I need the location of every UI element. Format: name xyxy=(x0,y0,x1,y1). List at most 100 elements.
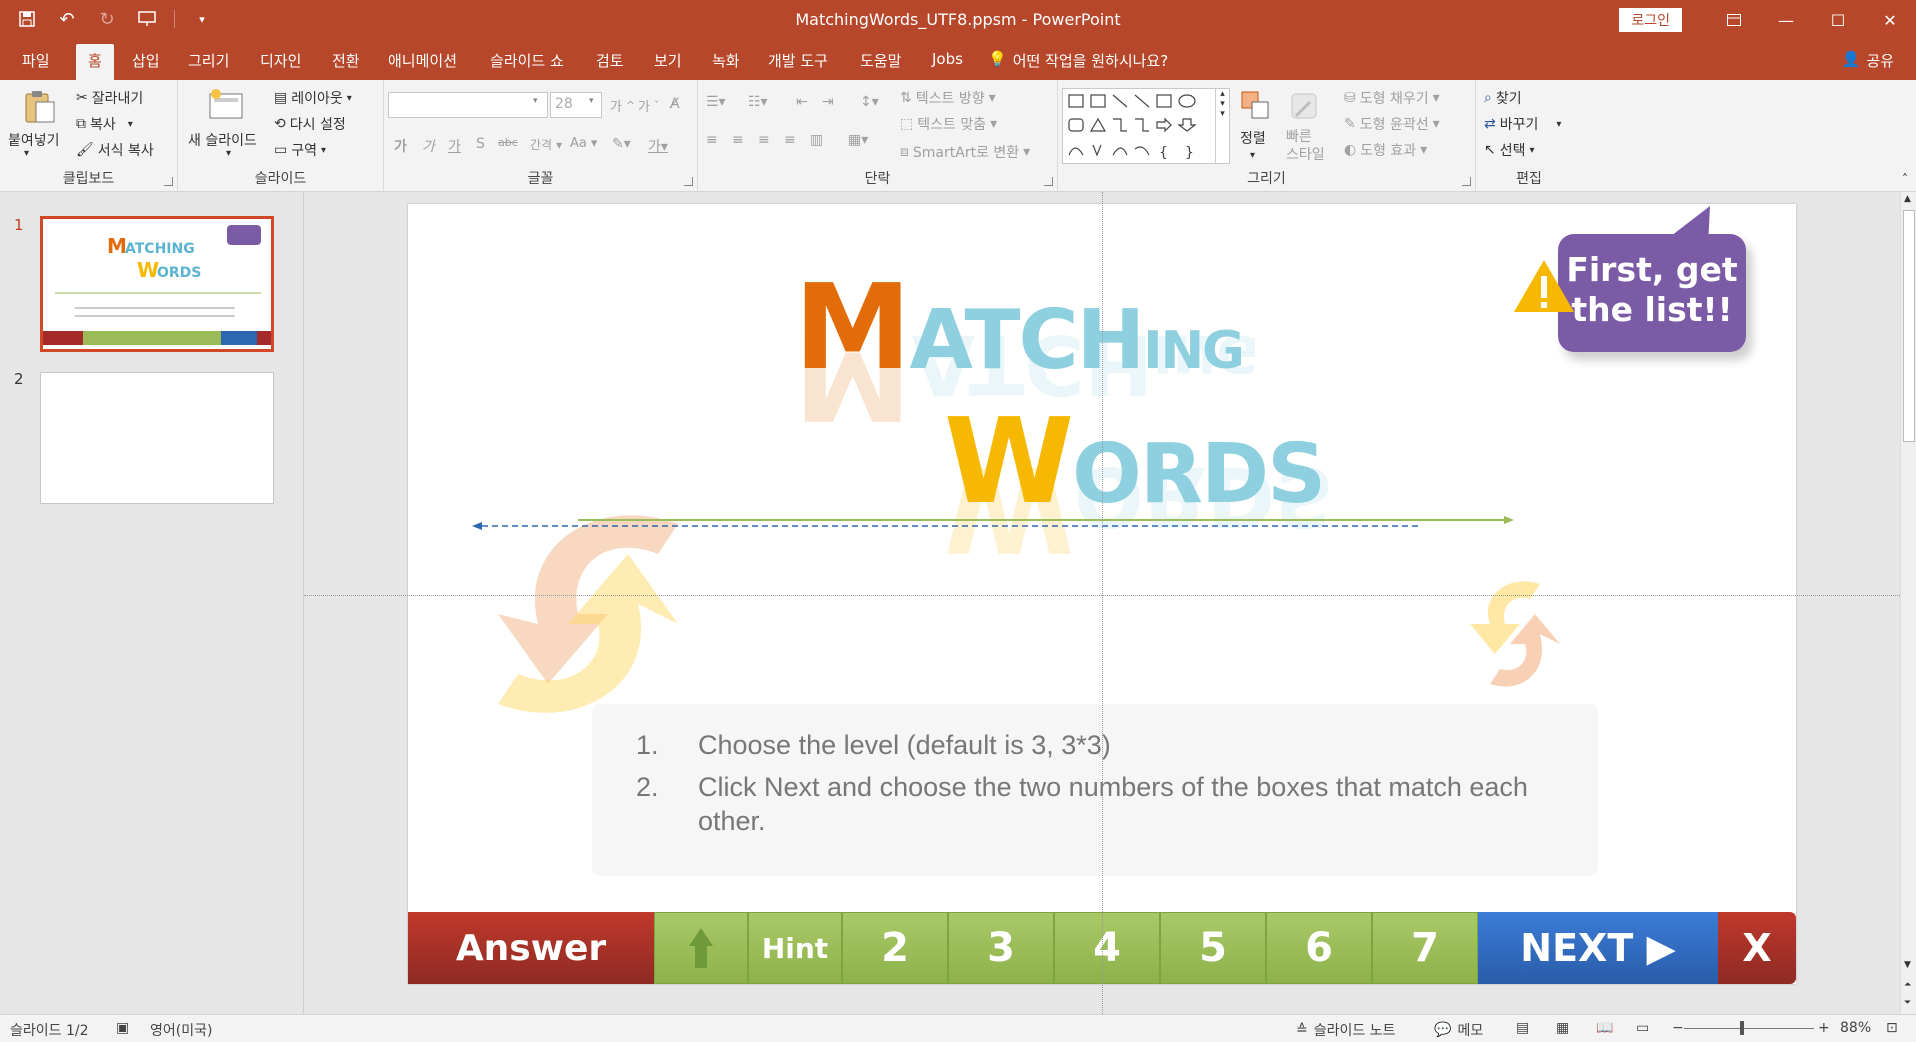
char-spacing-button[interactable]: 간격 ▾ xyxy=(530,136,562,153)
drawing-launcher-icon[interactable] xyxy=(1462,177,1471,186)
tab-view[interactable]: 보기 xyxy=(654,50,682,71)
align-center-icon[interactable]: ≡ xyxy=(732,132,744,148)
collapse-ribbon-icon[interactable]: ˄ xyxy=(1902,172,1908,186)
paste-button[interactable]: 붙여넣기 xyxy=(8,130,60,150)
level-5-button[interactable]: 5 xyxy=(1160,912,1266,984)
new-slide-dropdown-icon[interactable]: ▾ xyxy=(226,148,231,159)
paragraph-launcher-icon[interactable] xyxy=(1044,177,1053,186)
tab-record[interactable]: 녹화 xyxy=(712,50,740,71)
tab-file[interactable]: 파일 xyxy=(22,50,50,71)
first-get-list-callout[interactable]: First, get the list!! xyxy=(1558,234,1746,352)
zoom-level[interactable]: 88% xyxy=(1840,1020,1871,1036)
paste-dropdown-icon[interactable]: ▾ xyxy=(24,148,29,159)
slideshow-view-icon[interactable]: ▭ xyxy=(1636,1020,1649,1036)
change-case-button[interactable]: Aa ▾ xyxy=(570,136,597,151)
new-slide-button[interactable]: 새 슬라이드 xyxy=(188,130,257,150)
increase-indent-icon[interactable]: ⇥ xyxy=(822,94,834,110)
font-launcher-icon[interactable] xyxy=(684,177,693,186)
numbering-icon[interactable]: ☷▾ xyxy=(748,94,768,110)
align-text-button[interactable]: ⬚ 텍스트 맞춤 ▾ xyxy=(900,114,997,134)
layout-button[interactable]: ▤ 레이아웃 ▾ xyxy=(274,88,352,108)
strikethrough-button[interactable]: abc xyxy=(498,136,518,149)
shape-outline-button[interactable]: ✎ 도형 윤곽선 ▾ xyxy=(1344,114,1440,134)
previous-slide-icon[interactable]: ⏶ xyxy=(1904,980,1911,990)
quick-styles-button[interactable]: 빠른 스타일 xyxy=(1286,128,1325,164)
align-right-icon[interactable]: ≡ xyxy=(758,132,770,148)
tab-transitions[interactable]: 전환 xyxy=(332,50,360,71)
scroll-down-icon[interactable]: ▼ xyxy=(1904,960,1911,970)
slide-thumbnail-2[interactable] xyxy=(40,372,274,504)
format-painter-button[interactable]: 🖌 서식 복사 xyxy=(76,140,154,160)
share-button[interactable]: 👤 공유 xyxy=(1842,50,1894,71)
level-2-button[interactable]: 2 xyxy=(842,912,948,984)
tab-design[interactable]: 디자인 xyxy=(260,50,301,71)
level-6-button[interactable]: 6 xyxy=(1266,912,1372,984)
clipboard-launcher-icon[interactable] xyxy=(164,177,173,186)
comments-button[interactable]: 💬 메모 xyxy=(1434,1020,1483,1040)
zoom-in-icon[interactable]: + xyxy=(1818,1020,1830,1036)
smartart-button[interactable]: ⧈ SmartArt로 변환 ▾ xyxy=(900,142,1030,162)
tab-jobs[interactable]: Jobs xyxy=(932,50,963,68)
section-button[interactable]: ▭ 구역 ▾ xyxy=(274,140,326,160)
shape-fill-button[interactable]: ⛁ 도형 채우기 ▾ xyxy=(1344,88,1440,108)
slide-sorter-icon[interactable]: ▦ xyxy=(1556,1020,1569,1036)
bold-button[interactable]: 가 xyxy=(394,136,407,156)
gallery-scroll-icon[interactable]: ▴ ▾ ▾ xyxy=(1215,89,1229,163)
grow-font-icon[interactable]: 가 ^ xyxy=(610,96,635,115)
close-x-button[interactable]: X xyxy=(1718,912,1796,984)
align-left-icon[interactable]: ≡ xyxy=(706,132,718,148)
hint-button[interactable]: Hint xyxy=(748,912,842,984)
font-name-input[interactable]: ▾ xyxy=(388,92,548,118)
answer-button[interactable]: Answer xyxy=(408,912,654,984)
tab-review[interactable]: 검토 xyxy=(596,50,624,71)
next-slide-icon[interactable]: ⏷ xyxy=(1904,998,1911,1008)
tab-insert[interactable]: 삽입 xyxy=(132,50,160,71)
tab-draw[interactable]: 그리기 xyxy=(188,50,229,71)
copy-button[interactable]: ⧉ 복사 ▾ xyxy=(76,114,133,134)
highlight-icon[interactable]: ✎▾ xyxy=(612,136,631,152)
tell-me-search[interactable]: 💡 어떤 작업을 원하시나요? xyxy=(988,50,1168,71)
reset-button[interactable]: ⟲ 다시 설정 xyxy=(274,114,346,134)
slide-thumbnail-1[interactable]: M ATCHING W ORDS xyxy=(40,216,274,352)
tab-help[interactable]: 도움말 xyxy=(860,50,901,71)
ribbon-display-icon[interactable] xyxy=(1708,0,1760,40)
clear-format-icon[interactable]: A̸ xyxy=(670,96,680,112)
normal-view-icon[interactable]: ▤ xyxy=(1516,1020,1529,1036)
notes-button[interactable]: ≙ 슬라이드 노트 xyxy=(1296,1020,1395,1040)
select-button[interactable]: ↖ 선택 ▾ xyxy=(1484,140,1535,160)
minimize-icon[interactable]: — xyxy=(1760,0,1812,40)
level-4-button[interactable]: 4 xyxy=(1054,912,1160,984)
underline-button[interactable]: 가 xyxy=(448,136,461,156)
zoom-slider[interactable] xyxy=(1684,1028,1814,1029)
language-indicator[interactable]: 영어(미국) xyxy=(150,1020,212,1040)
login-button[interactable]: 로그인 xyxy=(1619,8,1682,32)
bullets-icon[interactable]: ☰▾ xyxy=(706,94,726,110)
tab-developer[interactable]: 개발 도구 xyxy=(768,50,828,71)
reading-view-icon[interactable]: 📖 xyxy=(1596,1020,1613,1036)
find-button[interactable]: ⌕ 찾기 xyxy=(1484,88,1522,108)
justify-icon[interactable]: ≡ xyxy=(784,132,796,148)
distribute-icon[interactable]: ▥ xyxy=(810,132,823,148)
vertical-guide[interactable] xyxy=(1102,192,1103,1014)
font-color-icon[interactable]: 가▾ xyxy=(648,136,668,156)
decrease-indent-icon[interactable]: ⇤ xyxy=(796,94,808,110)
line-spacing-icon[interactable]: ↕▾ xyxy=(860,94,879,110)
maximize-icon[interactable]: ☐ xyxy=(1812,0,1864,40)
scroll-up-icon[interactable]: ▲ xyxy=(1904,194,1911,204)
vertical-scrollbar[interactable]: ▲ ▼ ⏶ ⏷ xyxy=(1900,192,1916,1014)
close-window-icon[interactable]: ✕ xyxy=(1864,0,1916,40)
cut-button[interactable]: ✂ 잘라내기 xyxy=(76,88,143,108)
tab-home[interactable]: 홈 xyxy=(76,44,114,80)
arrange-button[interactable]: 정렬 xyxy=(1240,128,1266,148)
scrollbar-thumb[interactable] xyxy=(1903,210,1915,442)
replace-button[interactable]: ⇄ 바꾸기 ▾ xyxy=(1484,114,1561,134)
home-button[interactable] xyxy=(654,912,748,984)
tab-animations[interactable]: 애니메이션 xyxy=(388,50,457,71)
tab-slideshow[interactable]: 슬라이드 쇼 xyxy=(490,50,564,71)
spellcheck-icon[interactable]: ▣ xyxy=(116,1020,129,1036)
next-button[interactable]: NEXT ▶ xyxy=(1478,912,1718,984)
shadow-button[interactable]: S xyxy=(476,136,485,152)
arrange-dropdown-icon[interactable]: ▾ xyxy=(1250,150,1255,161)
shrink-font-icon[interactable]: 가ˇ xyxy=(638,96,659,115)
zoom-slider-thumb[interactable] xyxy=(1740,1021,1744,1035)
